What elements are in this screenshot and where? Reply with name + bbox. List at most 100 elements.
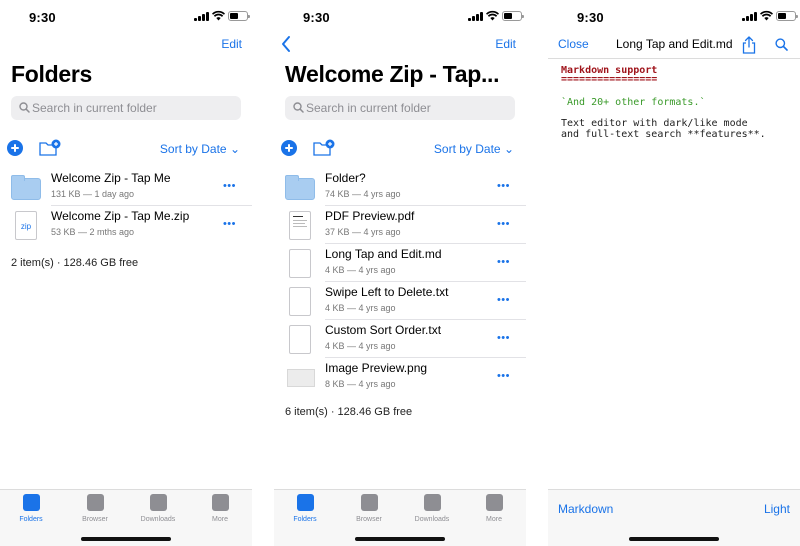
pdf-file-icon: [285, 210, 317, 240]
sort-label: Sort by Date: [433, 142, 501, 156]
tab-browser[interactable]: Browser: [71, 494, 119, 523]
markdown-text-line[interactable]: Text editor with dark/like mode: [561, 118, 748, 129]
folder-summary: 6 item(s) · 128.46 GB free: [285, 406, 413, 418]
compass-icon: [360, 494, 378, 511]
folder-icon: [11, 172, 43, 202]
battery-icon: [502, 11, 524, 21]
edit-button[interactable]: Edit: [221, 37, 242, 51]
list-item[interactable]: Swipe Left to Delete.txt 4 KB — 4 yrs ag…: [274, 282, 526, 320]
signal-icon: [194, 12, 210, 21]
search-input[interactable]: Search in current folder: [11, 96, 241, 120]
item-meta: 37 KB — 4 yrs ago: [325, 227, 401, 237]
item-meta: 8 KB — 4 yrs ago: [325, 379, 396, 389]
list-item[interactable]: Custom Sort Order.txt 4 KB — 4 yrs ago •…: [274, 320, 526, 358]
status-bar: 9:30: [274, 0, 526, 34]
markdown-code[interactable]: `And 20+ other formats.`: [561, 97, 706, 108]
home-indicator: [81, 537, 171, 541]
document-title: Long Tap and Edit.md: [616, 37, 733, 51]
new-folder-icon[interactable]: [38, 138, 62, 158]
zip-file-icon: zip: [11, 210, 43, 240]
edit-button[interactable]: Edit: [495, 37, 516, 51]
list-item[interactable]: Welcome Zip - Tap Me 131 KB — 1 day ago …: [0, 168, 252, 206]
more-icon[interactable]: •••: [223, 181, 236, 192]
item-name: Swipe Left to Delete.txt: [325, 285, 449, 299]
theme-toggle-button[interactable]: Light: [764, 502, 790, 516]
search-icon[interactable]: [775, 38, 788, 51]
more-icon[interactable]: •••: [497, 257, 510, 268]
document-icon: [285, 324, 317, 354]
battery-icon: [776, 11, 798, 21]
item-name: Image Preview.png: [325, 361, 428, 375]
search-input[interactable]: Search in current folder: [285, 96, 515, 120]
more-icon[interactable]: •••: [497, 371, 510, 382]
signal-icon: [742, 12, 758, 21]
download-icon: [423, 494, 441, 511]
markdown-underline[interactable]: ================: [561, 74, 657, 85]
search-icon: [293, 102, 304, 113]
item-name: Long Tap and Edit.md: [325, 247, 442, 261]
tab-folders[interactable]: Folders: [7, 494, 55, 523]
tab-folders[interactable]: Folders: [281, 494, 329, 523]
list-item[interactable]: zip Welcome Zip - Tap Me.zip 53 KB — 2 m…: [0, 206, 252, 244]
page-title: Folders: [11, 61, 92, 87]
item-meta: 4 KB — 4 yrs ago: [325, 341, 396, 351]
folders-icon: [22, 494, 40, 511]
more-icon[interactable]: •••: [497, 181, 510, 192]
search-icon: [19, 102, 30, 113]
item-meta: 53 KB — 2 mths ago: [51, 227, 135, 237]
tab-downloads[interactable]: Downloads: [134, 494, 182, 523]
image-file-icon: [285, 362, 317, 392]
item-name: PDF Preview.pdf: [325, 209, 415, 223]
item-meta: 4 KB — 4 yrs ago: [325, 265, 396, 275]
page-title: Welcome Zip - Tap...: [285, 61, 500, 87]
item-name: Welcome Zip - Tap Me.zip: [51, 209, 190, 223]
wifi-icon: [760, 10, 773, 21]
markdown-mode-button[interactable]: Markdown: [558, 502, 613, 516]
status-time: 9:30: [303, 10, 330, 25]
more-icon[interactable]: •••: [497, 295, 510, 306]
more-icon: [485, 494, 503, 511]
zip-thumb-label: zip: [20, 222, 32, 231]
sort-button[interactable]: Sort by Date ⌄: [160, 142, 240, 156]
home-indicator: [629, 537, 719, 541]
document-icon: [285, 248, 317, 278]
status-bar: 9:30: [0, 0, 252, 34]
folder-icon: [285, 172, 317, 202]
folders-icon: [296, 494, 314, 511]
item-meta: 4 KB — 4 yrs ago: [325, 303, 396, 313]
wifi-icon: [486, 10, 499, 21]
search-placeholder: Search in current folder: [32, 101, 157, 115]
new-folder-icon[interactable]: [312, 138, 336, 158]
share-icon[interactable]: [742, 36, 756, 54]
home-indicator: [355, 537, 445, 541]
close-button[interactable]: Close: [558, 37, 589, 51]
markdown-text-line[interactable]: and full-text search **features**.: [561, 129, 766, 140]
more-icon[interactable]: •••: [497, 219, 510, 230]
status-time: 9:30: [577, 10, 604, 25]
sort-button[interactable]: Sort by Date ⌄: [434, 142, 514, 156]
back-chevron-icon[interactable]: [280, 35, 292, 53]
list-item[interactable]: Folder? 74 KB — 4 yrs ago •••: [274, 168, 526, 206]
compass-icon: [86, 494, 104, 511]
status-time: 9:30: [29, 10, 56, 25]
list-item[interactable]: Image Preview.png 8 KB — 4 yrs ago •••: [274, 358, 526, 396]
tab-browser[interactable]: Browser: [345, 494, 393, 523]
folder-summary: 2 item(s) · 128.46 GB free: [11, 257, 139, 269]
add-icon[interactable]: [7, 140, 23, 156]
wifi-icon: [212, 10, 225, 21]
tab-more[interactable]: More: [470, 494, 518, 523]
item-name: Custom Sort Order.txt: [325, 323, 442, 337]
more-icon[interactable]: •••: [223, 219, 236, 230]
sort-label: Sort by Date: [159, 142, 227, 156]
download-icon: [149, 494, 167, 511]
signal-icon: [468, 12, 484, 21]
tab-downloads[interactable]: Downloads: [408, 494, 456, 523]
chevron-down-icon: ⌄: [503, 142, 514, 156]
list-item[interactable]: PDF Preview.pdf 37 KB — 4 yrs ago •••: [274, 206, 526, 244]
item-meta: 131 KB — 1 day ago: [51, 189, 135, 199]
battery-icon: [228, 11, 250, 21]
add-icon[interactable]: [281, 140, 297, 156]
more-icon[interactable]: •••: [497, 333, 510, 344]
tab-more[interactable]: More: [196, 494, 244, 523]
list-item[interactable]: Long Tap and Edit.md 4 KB — 4 yrs ago ••…: [274, 244, 526, 282]
